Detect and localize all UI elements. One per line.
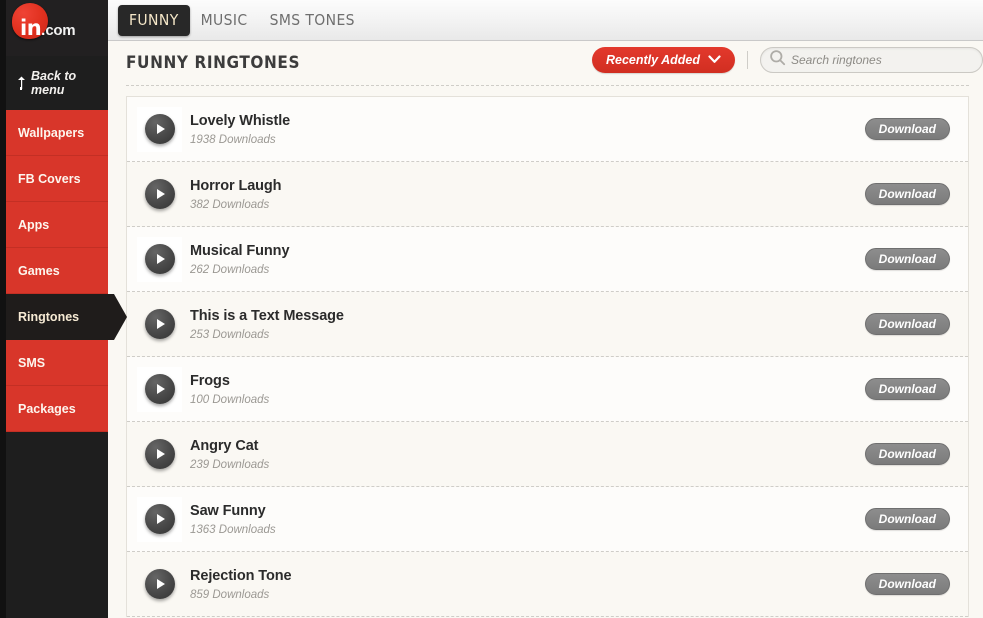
search-input[interactable]: [791, 53, 971, 67]
play-icon[interactable]: [144, 114, 175, 144]
search-icon: [769, 49, 786, 71]
sidebar-item-wallpapers[interactable]: Wallpapers: [6, 110, 108, 156]
row-text: Lovely Whistle 1938 Downloads: [190, 113, 290, 146]
play-icon[interactable]: [144, 179, 175, 209]
toolbar-divider: [747, 51, 748, 69]
sidebar-menu: Wallpapers FB Covers Apps Games Ringtone…: [6, 110, 127, 432]
back-to-menu-label: Back to menu: [31, 69, 77, 97]
play-tile: [137, 172, 182, 217]
play-tile: [137, 496, 182, 542]
row-text: Horror Laugh 382 Downloads: [190, 177, 282, 211]
row-text: Saw Funny 1363 Downloads: [190, 503, 276, 536]
play-icon[interactable]: [144, 244, 175, 274]
sidebar-item-label: Packages: [18, 401, 76, 416]
sidebar-item-label: SMS: [18, 355, 46, 370]
play-tile: [137, 366, 182, 412]
ringtone-downloads: 100 Downloads: [190, 393, 270, 406]
table-row[interactable]: Musical Funny 262 Downloads Download: [127, 227, 968, 292]
sidebar-item-apps[interactable]: Apps: [6, 202, 108, 248]
sidebar-item-ringtones[interactable]: Ringtones: [6, 294, 127, 340]
download-button[interactable]: Download: [864, 508, 950, 530]
ringtone-title: Saw Funny: [190, 502, 266, 519]
row-text: Angry Cat 239 Downloads: [190, 438, 269, 471]
page-header: FUNNY RINGTONES Recently Added: [108, 41, 983, 85]
ringtone-title: Frogs: [190, 372, 230, 389]
back-to-menu-button[interactable]: Back to menu: [6, 56, 108, 110]
tab-label: SMS TONES: [269, 11, 355, 29]
download-button[interactable]: Download: [864, 313, 950, 335]
download-button[interactable]: Download: [864, 573, 950, 595]
tab-funny[interactable]: FUNNY: [118, 4, 190, 36]
ringtone-downloads: 1363 Downloads: [190, 523, 276, 536]
ringtone-downloads: 262 Downloads: [190, 263, 270, 276]
header-separator: [126, 85, 969, 86]
header-tools: Recently Added: [591, 47, 983, 73]
sidebar-item-packages[interactable]: Packages: [6, 386, 108, 432]
table-row[interactable]: Saw Funny 1363 Downloads Download: [127, 487, 968, 552]
top-tab-bar: FUNNY MUSIC SMS TONES: [108, 0, 983, 41]
play-tile: [137, 432, 182, 477]
download-button[interactable]: Download: [864, 378, 950, 400]
play-icon[interactable]: [144, 569, 175, 599]
play-tile: [137, 302, 182, 347]
play-tile: [137, 562, 182, 607]
ringtone-downloads: 382 Downloads: [190, 198, 270, 211]
logo[interactable]: in . com: [6, 0, 108, 56]
up-arrow-icon: [16, 76, 27, 90]
main-content: FUNNY RINGTONES Recently Added Search ri…: [108, 41, 983, 618]
play-icon[interactable]: [144, 374, 175, 404]
download-button[interactable]: Download: [864, 118, 950, 140]
play-icon[interactable]: [144, 439, 175, 469]
table-row[interactable]: Angry Cat 239 Downloads Download: [127, 422, 968, 487]
logo-in-text: in: [20, 16, 42, 40]
page-title: FUNNY RINGTONES: [126, 53, 301, 73]
play-icon[interactable]: [144, 309, 175, 339]
table-row[interactable]: Frogs 100 Downloads Download: [127, 357, 968, 422]
sidebar-item-label: FB Covers: [18, 171, 81, 186]
ringtone-title: Lovely Whistle: [190, 112, 291, 129]
table-row[interactable]: Rejection Tone 859 Downloads Download: [127, 552, 968, 617]
table-row[interactable]: This is a Text Message 253 Downloads Dow…: [127, 292, 968, 357]
ringtone-title: Horror Laugh: [190, 177, 282, 194]
ringtone-downloads: 859 Downloads: [190, 588, 270, 601]
chevron-down-icon: [708, 53, 721, 67]
download-button[interactable]: Download: [864, 443, 950, 465]
sidebar-item-label: Games: [18, 263, 60, 278]
download-button[interactable]: Download: [864, 248, 950, 270]
row-text: This is a Text Message 253 Downloads: [190, 308, 344, 341]
sidebar-item-label: Ringtones: [18, 310, 80, 324]
search-box[interactable]: [760, 47, 983, 73]
tab-label: MUSIC: [200, 11, 248, 29]
tab-label: FUNNY: [129, 11, 179, 29]
sidebar-item-sms[interactable]: SMS: [6, 340, 108, 386]
sidebar-item-label: Wallpapers: [18, 125, 85, 140]
tab-music[interactable]: MUSIC: [190, 5, 259, 36]
table-row[interactable]: Lovely Whistle 1938 Downloads Download: [127, 97, 968, 162]
ringtone-downloads: 239 Downloads: [190, 458, 270, 471]
play-tile: [137, 236, 182, 282]
sidebar-item-label: Apps: [18, 217, 50, 232]
row-text: Musical Funny 262 Downloads: [190, 242, 290, 276]
sidebar-item-fb-covers[interactable]: FB Covers: [6, 156, 108, 202]
row-text: Frogs 100 Downloads: [190, 373, 269, 406]
ringtone-title: Rejection Tone: [190, 567, 292, 584]
ringtone-title: Angry Cat: [190, 437, 259, 454]
download-button[interactable]: Download: [864, 183, 950, 205]
play-icon[interactable]: [144, 504, 175, 534]
ringtone-downloads: 1938 Downloads: [190, 133, 276, 146]
table-row[interactable]: Horror Laugh 382 Downloads Download: [127, 162, 968, 227]
logo-com-text: com: [45, 22, 76, 39]
sort-dropdown-button[interactable]: Recently Added: [591, 47, 735, 73]
sort-dropdown-label: Recently Added: [605, 53, 700, 67]
ringtone-list: Lovely Whistle 1938 Downloads Download H…: [126, 96, 969, 617]
row-text: Rejection Tone 859 Downloads: [190, 567, 292, 601]
ringtone-title: Musical Funny: [190, 242, 290, 259]
play-tile: [137, 106, 182, 152]
sidebar-item-games[interactable]: Games: [6, 248, 108, 294]
tab-sms-tones[interactable]: SMS TONES: [259, 5, 366, 36]
sidebar: in . com Back to menu Wallpapers FB Cove…: [0, 0, 127, 618]
ringtone-title: This is a Text Message: [190, 307, 344, 324]
app-root: in . com Back to menu Wallpapers FB Cove…: [0, 0, 983, 618]
ringtone-downloads: 253 Downloads: [190, 328, 270, 341]
